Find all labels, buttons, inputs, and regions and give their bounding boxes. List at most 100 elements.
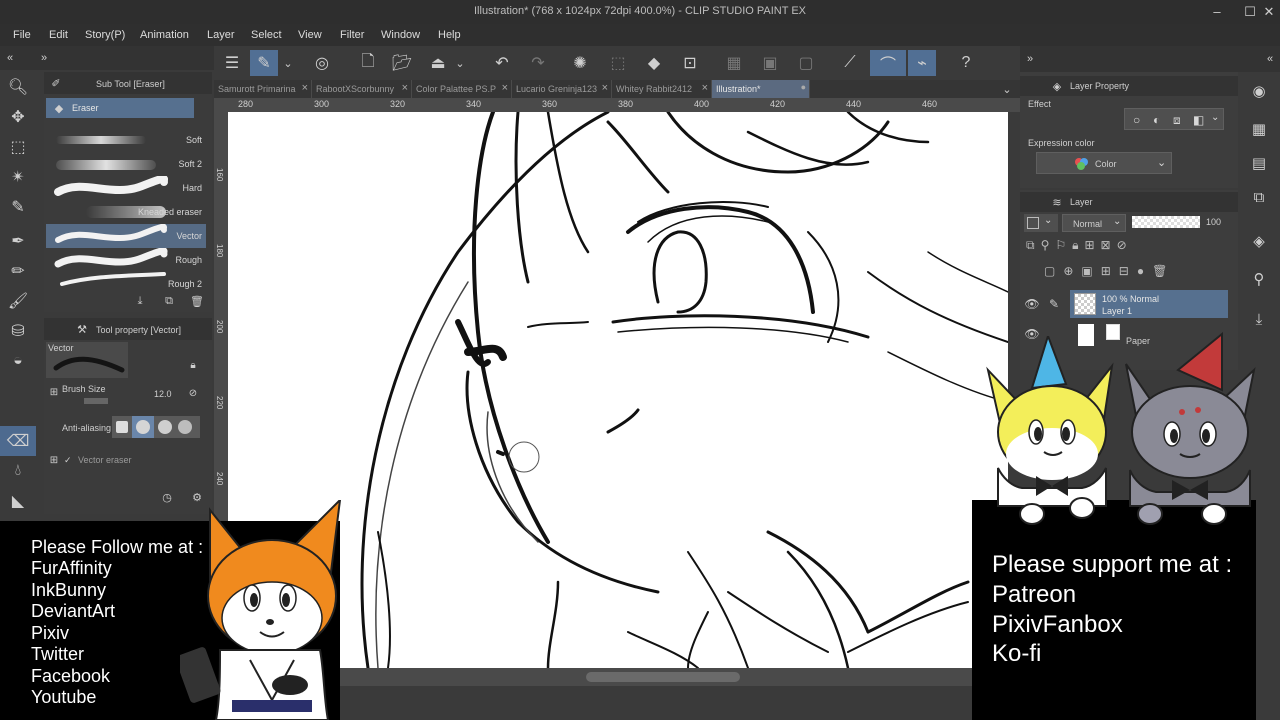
menu-filter[interactable]: Filter <box>340 29 364 41</box>
effect-selector[interactable]: ○ ◐ ⧈ ◧ ⌄ <box>1124 108 1224 130</box>
tool-property-clock-icon[interactable]: ◷ <box>160 490 174 504</box>
brush-kneaded-eraser[interactable]: Kneaded eraser <box>46 200 206 224</box>
opacity-value[interactable]: 100 <box>1206 217 1221 227</box>
scrollbar-thumb[interactable] <box>586 672 740 682</box>
maximize-button[interactable]: ☐ <box>1241 3 1259 21</box>
brush-soft-2[interactable]: Soft 2 <box>46 152 206 176</box>
hamburger-menu-icon[interactable]: ☰ <box>218 50 246 76</box>
vector-eraser-expand-icon[interactable]: ⊞ <box>48 454 60 466</box>
selection-tool-icon[interactable]: ⬚ <box>0 132 36 162</box>
hide-selection-icon[interactable]: ▦ <box>720 50 748 76</box>
redo-icon[interactable]: ↷ <box>524 50 552 76</box>
menu-animation[interactable]: Animation <box>140 29 189 41</box>
snap-ruler-icon[interactable]: ⟋ <box>836 50 864 76</box>
expand-right-icon[interactable]: » <box>1022 52 1038 66</box>
pencil-tool-icon[interactable]: ✏ <box>0 256 36 286</box>
aa-medium-option[interactable] <box>158 420 172 434</box>
vector-eraser-checkbox[interactable]: ✓ <box>64 455 72 466</box>
eye-icon[interactable]: 👁︎ <box>1024 296 1040 312</box>
search-icon[interactable]: ⚲ <box>1246 266 1272 292</box>
material-icon[interactable]: ▦ <box>1246 116 1272 142</box>
menu-help[interactable]: Help <box>438 29 461 41</box>
clear-icon[interactable]: ⬚ <box>604 50 632 76</box>
menu-edit[interactable]: Edit <box>49 29 68 41</box>
menu-layer[interactable]: Layer <box>207 29 235 41</box>
close-tab-icon[interactable]: × <box>602 82 608 94</box>
layer-toolbar-row-1[interactable]: ⧉⚲⚐🔒︎⊞⊠⊘ <box>1026 238 1232 256</box>
layer-panel-icon[interactable]: ⧉ <box>1246 184 1272 210</box>
brush-size-slider[interactable] <box>84 398 108 404</box>
open-folder-icon[interactable]: 📂︎ <box>388 50 416 76</box>
unsaved-dot-icon[interactable]: ● <box>801 82 806 92</box>
transform-icon[interactable]: ⊡ <box>676 50 704 76</box>
export-chevron-icon[interactable]: ⌄ <box>452 50 468 76</box>
close-tab-icon[interactable]: × <box>702 82 708 94</box>
eyedropper-tool-icon[interactable]: ✎ <box>0 192 36 222</box>
close-tab-icon[interactable]: × <box>402 82 408 94</box>
opacity-slider[interactable] <box>1132 216 1200 228</box>
close-tab-icon[interactable]: × <box>302 82 308 94</box>
menu-window[interactable]: Window <box>381 29 420 41</box>
brush-vector[interactable]: Vector <box>46 224 206 248</box>
effect-mono-icon[interactable]: ◧ <box>1193 113 1204 127</box>
pen-tool-icon[interactable]: ✒ <box>0 226 36 256</box>
color-icon[interactable]: ◈ <box>1246 228 1272 254</box>
minimize-button[interactable]: – <box>1208 3 1226 21</box>
brush-size-value[interactable]: 12.0 <box>154 389 172 399</box>
menu-file[interactable]: File <box>13 29 31 41</box>
blend-mode-dropdown[interactable]: Normal ⌄ <box>1062 214 1126 232</box>
aa-weak-option[interactable] <box>132 416 154 438</box>
tab-overflow-chevron-icon[interactable]: ⌄ <box>998 80 1016 98</box>
subtool-delete-icon[interactable]: 🗑︎ <box>190 294 204 308</box>
lock-icon[interactable]: 🔒︎ <box>186 358 200 372</box>
new-file-icon[interactable]: 🗋︎ <box>354 50 382 76</box>
layer-toolbar-row-2[interactable]: ▢⊕▣⊞⊟●🗑︎ <box>1044 264 1230 282</box>
help-icon[interactable]: ? <box>952 50 980 76</box>
export-icon[interactable]: ⏏ <box>424 50 452 76</box>
collapse-right-icon[interactable]: « <box>1262 52 1278 66</box>
subtool-download-icon[interactable]: ⤓ <box>133 294 147 308</box>
expression-color-dropdown[interactable]: Color ⌄ <box>1036 152 1172 174</box>
tool-mode-chevron-icon[interactable]: ⌄ <box>280 50 296 76</box>
loading-icon[interactable]: ✺ <box>566 50 594 76</box>
expand-panel-icon[interactable]: » <box>36 50 52 66</box>
layer-item-layer-1[interactable]: 100 % Normal Layer 1 <box>1070 290 1228 318</box>
undo-icon[interactable]: ↶ <box>488 50 516 76</box>
snap-grid-icon[interactable]: ⌁ <box>908 50 936 76</box>
tab-illustration[interactable]: Illustration* ● <box>712 80 810 98</box>
subtool-duplicate-icon[interactable]: ⧉ <box>162 294 176 308</box>
timeline-icon[interactable]: ▤ <box>1246 150 1272 176</box>
tab-samurott[interactable]: Samurott Primarina × <box>214 80 312 98</box>
brush-rough[interactable]: Rough <box>46 248 206 272</box>
close-button[interactable]: ✕ <box>1260 3 1278 21</box>
navigator-icon[interactable]: ◉ <box>1246 78 1272 104</box>
brush-hard[interactable]: Hard <box>46 176 206 200</box>
subtool-group-eraser[interactable]: ◆ Eraser <box>46 98 194 118</box>
download-icon[interactable]: ⤓ <box>1246 306 1272 332</box>
brush-tool-icon[interactable]: 🖌︎ <box>0 286 36 316</box>
decoration-tool-icon[interactable]: ◒ <box>0 346 36 376</box>
anti-aliasing-selector[interactable] <box>112 416 200 438</box>
horizontal-scrollbar[interactable] <box>340 668 972 686</box>
invert-selection-icon[interactable]: ▢ <box>792 50 820 76</box>
tab-color-palette[interactable]: Color Palattee PS.P × <box>412 80 512 98</box>
effect-extract-icon[interactable]: ⧈ <box>1173 113 1181 128</box>
spiral-icon[interactable]: ◎ <box>308 50 336 76</box>
zoom-tool-icon[interactable]: 🔍︎ <box>0 72 36 102</box>
collapse-left-icon[interactable]: « <box>2 50 18 66</box>
fill-tool-icon[interactable]: ◣ <box>0 486 36 516</box>
effect-border-icon[interactable]: ○ <box>1133 113 1140 127</box>
layer-color-selector[interactable]: ⌄ <box>1024 214 1058 232</box>
tab-raboot[interactable]: RabootXScorbunny × <box>312 80 412 98</box>
snap-special-ruler-icon[interactable]: ⌒ <box>870 50 906 76</box>
fill-bucket-icon[interactable]: ◆ <box>640 50 668 76</box>
menu-select[interactable]: Select <box>251 29 282 41</box>
magic-wand-tool-icon[interactable]: ✴ <box>0 162 36 192</box>
menu-story[interactable]: Story(P) <box>85 29 125 41</box>
brush-rough-2[interactable]: Rough 2 <box>46 272 206 296</box>
tab-whitey[interactable]: Whitey Rabbit2412 × <box>612 80 712 98</box>
menu-view[interactable]: View <box>298 29 322 41</box>
close-tab-icon[interactable]: × <box>502 82 508 94</box>
airbrush-tool-icon[interactable]: ⛁ <box>0 316 36 346</box>
effect-tone-icon[interactable]: ◐ <box>1153 113 1160 127</box>
